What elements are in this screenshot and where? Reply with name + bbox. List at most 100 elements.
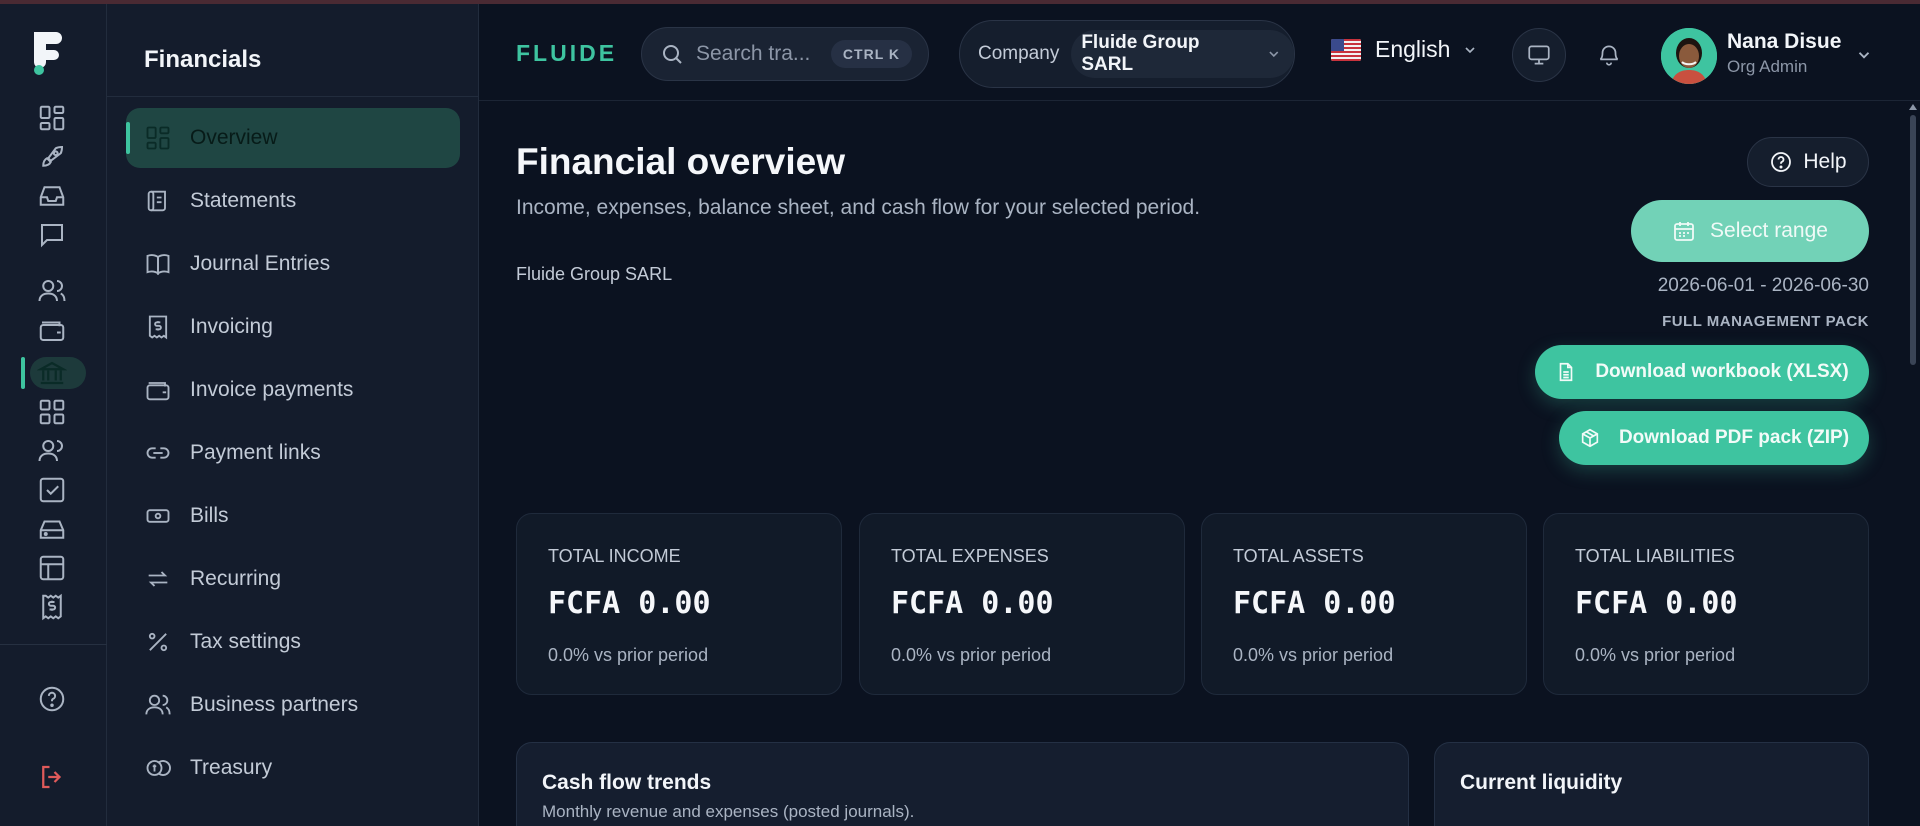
kpi-value: FCFA 0.00 <box>1233 586 1396 621</box>
search-icon <box>663 45 682 64</box>
repeat-icon <box>144 565 172 593</box>
rocket-icon[interactable] <box>36 141 68 173</box>
help-circle-icon[interactable] <box>36 683 68 715</box>
kpi-value: FCFA 0.00 <box>891 586 1054 621</box>
sidebar-item-bills[interactable]: Bills <box>126 486 460 546</box>
company-select[interactable]: Fluide Group SARL <box>1071 30 1294 78</box>
sidebar-item-invoice-payments[interactable]: Invoice payments <box>126 360 460 420</box>
banknote-icon <box>144 502 172 530</box>
panel-subtitle: Monthly revenue and expenses (posted jou… <box>542 802 915 821</box>
monitor-icon <box>1528 45 1550 65</box>
sidebar-divider <box>107 96 479 97</box>
package-icon <box>1581 428 1599 448</box>
language-label: English <box>1375 36 1451 62</box>
kpi-delta: 0.0% vs prior period <box>1233 645 1394 665</box>
chat-icon[interactable] <box>36 219 68 251</box>
apps-grid-icon[interactable] <box>36 396 68 428</box>
wallet-icon <box>144 376 172 404</box>
percent-icon <box>144 628 172 656</box>
notifications-button[interactable] <box>1582 28 1636 82</box>
wallet-icon[interactable] <box>36 314 68 346</box>
kpi-card-total-expenses: TOTAL EXPENSES FCFA 0.00 0.0% vs prior p… <box>859 513 1185 695</box>
sidebar-item-payment-links[interactable]: Payment links <box>126 423 460 483</box>
select-range-button[interactable]: Select range <box>1631 200 1869 262</box>
dashboard-icon[interactable] <box>36 102 68 134</box>
kpi-value: FCFA 0.00 <box>1575 586 1738 621</box>
company-label: Company <box>978 43 1060 64</box>
user-role: Org Admin <box>1727 57 1808 76</box>
search-box[interactable]: CTRL K <box>641 27 929 81</box>
sidebar-item-statements[interactable]: Statements <box>126 171 460 231</box>
top-header: FLUIDE CTRL K Company Fluide Group SARL … <box>479 4 1920 101</box>
kpi-delta: 0.0% vs prior period <box>1575 645 1736 665</box>
chevron-down-icon <box>1269 51 1279 58</box>
help-circle-icon <box>1771 152 1792 172</box>
download-xlsx-label: Download workbook (XLSX) <box>1595 361 1849 382</box>
team-icon[interactable] <box>36 435 68 467</box>
kpi-card-total-assets: TOTAL ASSETS FCFA 0.00 0.0% vs prior per… <box>1201 513 1527 695</box>
chevron-down-icon[interactable] <box>1855 46 1873 64</box>
pack-label: FULL MANAGEMENT PACK <box>1662 313 1869 330</box>
receipt-icon[interactable] <box>36 591 68 623</box>
search-input[interactable] <box>696 42 836 66</box>
sidebar-item-invoicing[interactable]: Invoicing <box>126 297 460 357</box>
page-title: Financial overview <box>516 141 846 182</box>
sidebar-item-label: Invoicing <box>190 315 273 338</box>
kpi-label: TOTAL LIABILITIES <box>1575 546 1735 566</box>
sidebar-item-tax-settings[interactable]: Tax settings <box>126 612 460 672</box>
chevron-down-icon <box>1465 46 1476 53</box>
page-company-name: Fluide Group SARL <box>516 264 673 284</box>
rail-divider <box>0 644 107 645</box>
main-content: Financial overview Income, expenses, bal… <box>479 101 1920 826</box>
sidebar-item-label: Tax settings <box>190 630 301 653</box>
sidebar-item-label: Overview <box>190 126 278 149</box>
sidebar-item-label: Treasury <box>190 756 273 779</box>
user-name[interactable]: Nana Disue <box>1727 30 1841 54</box>
selected-date-range: 2026-06-01 - 2026-06-30 <box>1657 275 1869 296</box>
sidebar-item-recurring[interactable]: Recurring <box>126 549 460 609</box>
kpi-value: FCFA 0.00 <box>548 586 711 621</box>
kpi-card-total-income: TOTAL INCOME FCFA 0.00 0.0% vs prior per… <box>516 513 842 695</box>
kpi-label: TOTAL EXPENSES <box>891 546 1049 566</box>
search-shortcut-badge: CTRL K <box>830 40 912 68</box>
bank-icon[interactable] <box>36 357 68 389</box>
page-subtitle: Income, expenses, balance sheet, and cas… <box>516 196 1201 219</box>
download-xlsx-button[interactable]: Download workbook (XLSX) <box>1535 345 1869 399</box>
scroll-up-arrow[interactable] <box>1909 104 1917 110</box>
sidebar-item-treasury[interactable]: Treasury <box>126 738 460 798</box>
users-icon[interactable] <box>36 275 68 307</box>
grid-icon <box>144 124 172 152</box>
language-selector[interactable]: English <box>1331 36 1478 63</box>
panel-title: Cash flow trends <box>542 771 712 794</box>
help-button[interactable]: Help <box>1747 137 1869 187</box>
sidebar-item-overview[interactable]: Overview <box>126 108 460 168</box>
sidebar-item-business-partners[interactable]: Business partners <box>126 675 460 735</box>
current-liquidity-panel: Current liquidity <box>1434 742 1869 826</box>
sidebar-item-journal-entries[interactable]: Journal Entries <box>126 234 460 294</box>
inbox-icon[interactable] <box>36 180 68 212</box>
calendar-icon <box>1674 222 1694 241</box>
display-button[interactable] <box>1512 28 1566 82</box>
rail-active-indicator <box>21 357 25 389</box>
kpi-card-total-liabilities: TOTAL LIABILITIES FCFA 0.00 0.0% vs prio… <box>1543 513 1869 695</box>
coins-icon <box>144 754 172 782</box>
logout-icon[interactable] <box>36 761 68 793</box>
panel-title: Current liquidity <box>1460 771 1623 794</box>
dollar-receipt-icon <box>144 313 172 341</box>
kpi-label: TOTAL ASSETS <box>1233 546 1364 566</box>
help-button-label: Help <box>1803 150 1847 173</box>
avatar[interactable] <box>1661 28 1717 84</box>
scrollbar-thumb[interactable] <box>1910 115 1916 365</box>
download-zip-button[interactable]: Download PDF pack (ZIP) <box>1559 411 1869 465</box>
fluide-logo[interactable] <box>28 28 68 78</box>
drive-icon[interactable] <box>36 513 68 545</box>
checkbox-icon[interactable] <box>36 474 68 506</box>
brand-name[interactable]: FLUIDE <box>516 40 617 67</box>
company-select-value: Fluide Group SARL <box>1081 32 1200 75</box>
book-icon <box>144 250 172 278</box>
layout-icon[interactable] <box>36 552 68 584</box>
sidebar-item-label: Invoice payments <box>190 378 354 401</box>
select-range-label: Select range <box>1710 219 1828 242</box>
company-switcher: Company Fluide Group SARL <box>959 20 1295 88</box>
sidebar-item-label: Journal Entries <box>190 252 331 275</box>
